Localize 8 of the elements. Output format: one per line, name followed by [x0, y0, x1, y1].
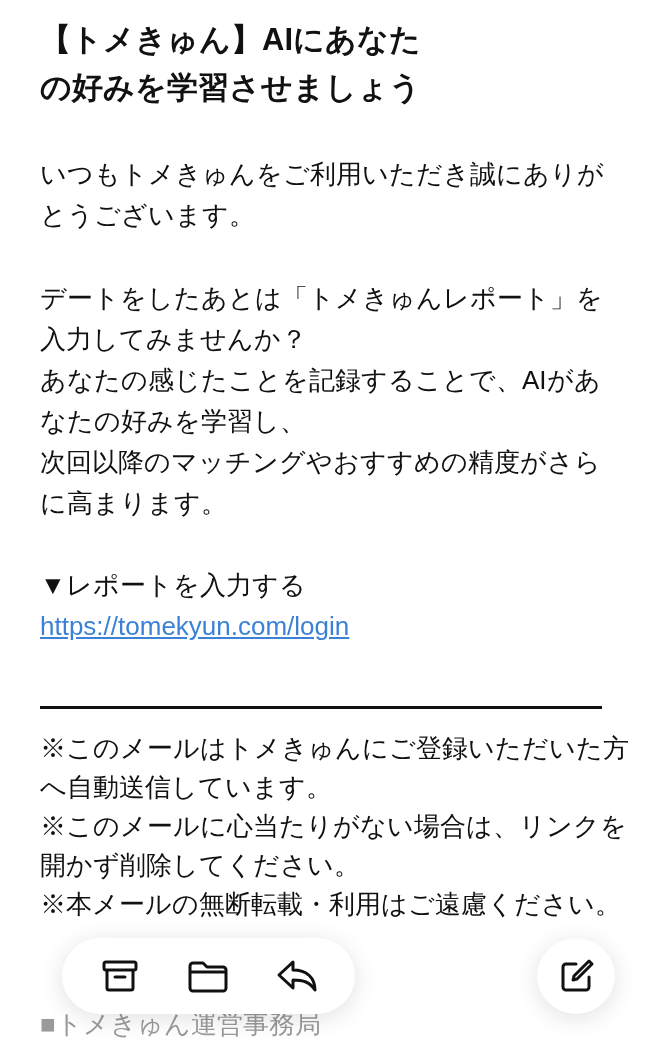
email-subject: 【トメきゅん】AIにあなた の好みを学習させましょう [40, 21, 422, 107]
body-paragraph: いつもトメきゅんをご利用いただき誠にありが とうございます。 [40, 158, 605, 232]
body-paragraph: デートをしたあとは「トメきゅんレポート」を 入力してみませんか？ あなたの感じたことを記録することで、AIがあ なたの好みを学習し、 次回以降のマッチングやおすすめの精度がさら に高まります。 [40, 282, 604, 520]
notice-text: ※このメールはトメきゅんにご登録いただいた方 へ自動送信しています。 [40, 732, 630, 804]
report-label: ▼レポートを入力する [40, 569, 307, 602]
report-link[interactable]: https://tomekyun.com/login [40, 606, 350, 647]
notice-text: ※本メールの無断転載・利用はご遠慮ください。 [40, 888, 622, 921]
notice-text: ※このメールに心当たりがない場合は、リンクを 開かず削除してください。 [40, 810, 628, 882]
